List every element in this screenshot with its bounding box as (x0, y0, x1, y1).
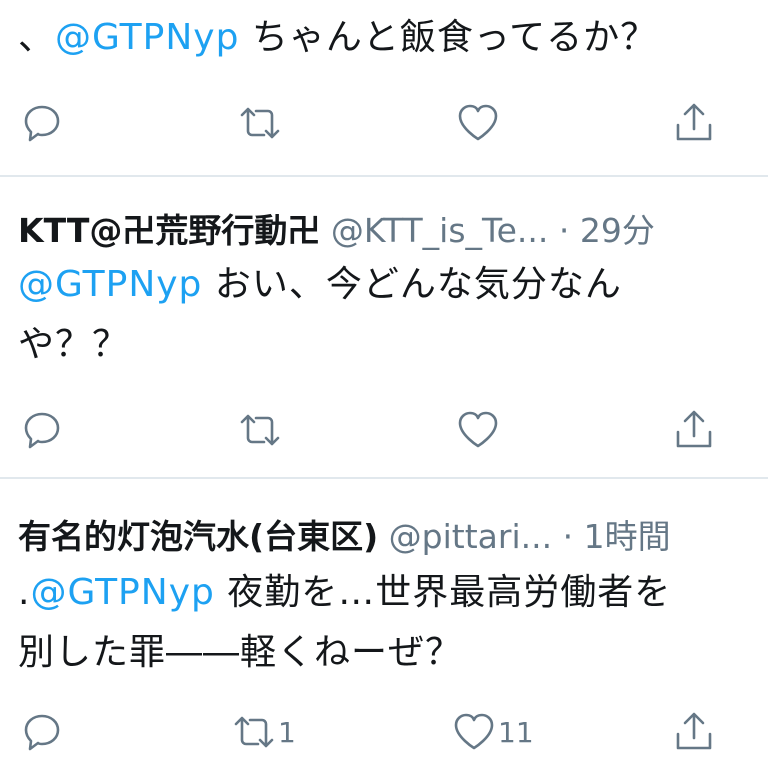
reply-icon (24, 105, 60, 142)
retweet-button[interactable] (238, 98, 282, 148)
tweet-actions (0, 405, 768, 455)
retweet-icon (240, 414, 280, 446)
reply-button[interactable] (20, 707, 64, 757)
display-name[interactable]: KTT@卍荒野行動卍 (18, 211, 320, 250)
mention-link[interactable]: @GTPNyp (30, 572, 214, 613)
reply-icon (24, 714, 60, 751)
tweet-3[interactable]: 有名的灯泡汽水(台東区) @pittari... · 1時間 .@GTPNyp … (0, 479, 768, 768)
reply-button[interactable] (20, 405, 64, 455)
user-handle[interactable]: @KTT_is_Te... (331, 211, 549, 250)
retweet-button[interactable]: 1 (232, 707, 296, 757)
tweet-text-prefix: 、 (18, 17, 56, 58)
retweet-icon (234, 716, 274, 748)
share-icon (676, 712, 712, 750)
tweet-header: 有名的灯泡汽水(台東区) @pittari... · 1時間 (18, 515, 671, 559)
share-button[interactable] (672, 707, 716, 757)
tweet-text-line2: や？？ (18, 321, 768, 369)
tweet-header: KTT@卍荒野行動卍 @KTT_is_Te... · 29分 (18, 209, 655, 253)
like-icon (458, 104, 498, 141)
tweet-body-line1: 夜勤を…世界最高労働者を (214, 572, 672, 613)
tweet-2[interactable]: KTT@卍荒野行動卍 @KTT_is_Te... · 29分 @GTPNyp お… (0, 177, 768, 477)
share-icon (676, 410, 712, 448)
tweet-text: @GTPNyp おい、今どんな気分なん (18, 261, 768, 309)
retweet-icon (240, 107, 280, 139)
timestamp[interactable]: · 1時間 (563, 517, 671, 556)
retweet-count: 1 (278, 715, 296, 749)
tweet-body-line2: や？？ (18, 324, 130, 365)
like-count: 11 (498, 715, 534, 749)
timestamp[interactable]: · 29分 (559, 211, 655, 250)
reply-icon (24, 412, 60, 449)
tweet-actions: 1 11 (0, 707, 768, 757)
user-handle[interactable]: @pittari... (389, 517, 552, 556)
mention-link[interactable]: @GTPNyp (55, 17, 239, 58)
mention-link[interactable]: @GTPNyp (18, 264, 202, 305)
tweet-body-line1: おい、今どんな気分なん (202, 264, 622, 305)
tweet-text-line2: 別した罪――軽くねーぜ？ (18, 629, 768, 677)
tweet-text: .@GTPNyp 夜勤を…世界最高労働者を (18, 569, 768, 617)
display-name[interactable]: 有名的灯泡汽水(台東区) (18, 517, 378, 556)
tweet-text-prefix: . (18, 572, 31, 613)
like-button[interactable] (456, 405, 500, 455)
tweet-1[interactable]: 、@GTPNyp ちゃんと飯食ってるか？ (0, 0, 768, 175)
tweet-body-line2: 別した罪――軽くねーぜ？ (18, 632, 463, 673)
reply-button[interactable] (20, 98, 64, 148)
share-icon (676, 103, 712, 141)
tweet-text: 、@GTPNyp ちゃんと飯食ってるか？ (18, 14, 768, 62)
like-icon (454, 713, 494, 750)
retweet-button[interactable] (238, 405, 282, 455)
share-button[interactable] (672, 98, 716, 148)
tweet-body: ちゃんと飯食ってるか？ (239, 17, 658, 58)
like-icon (458, 411, 498, 448)
tweet-actions (0, 98, 768, 148)
share-button[interactable] (672, 405, 716, 455)
like-button[interactable] (456, 98, 500, 148)
like-button[interactable]: 11 (452, 707, 534, 757)
